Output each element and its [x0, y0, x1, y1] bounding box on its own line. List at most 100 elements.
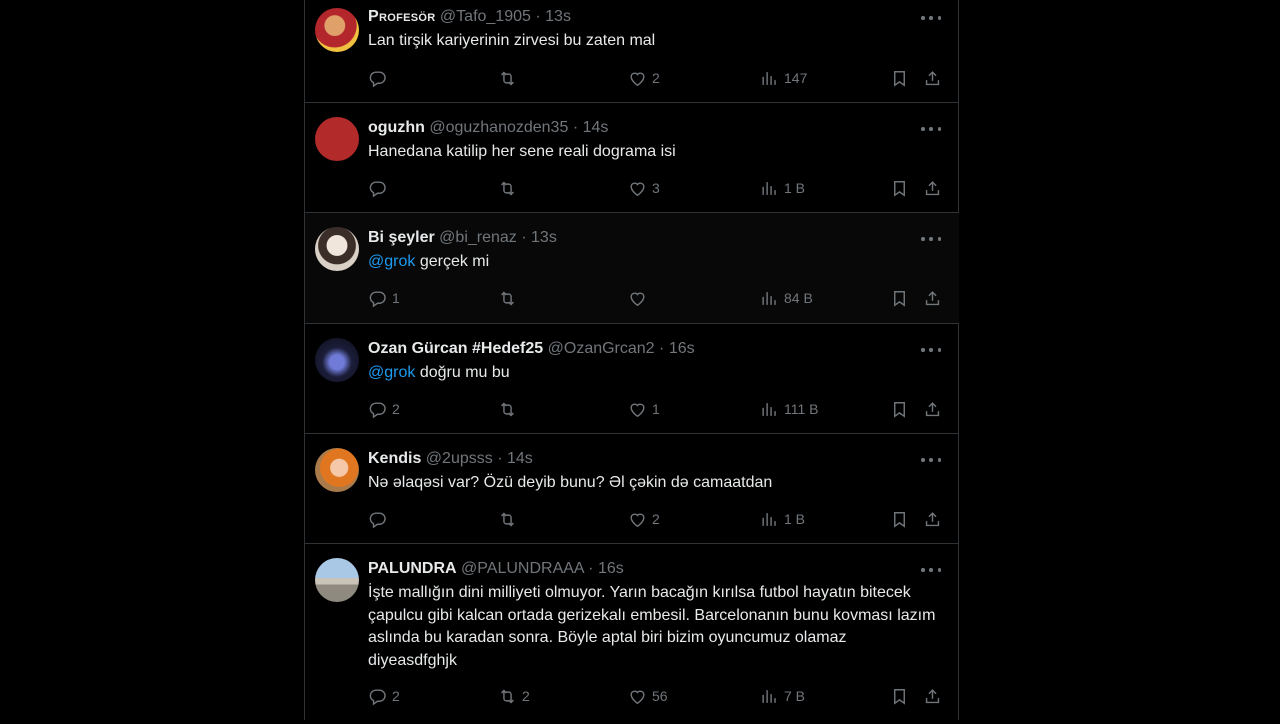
bookmark-button[interactable]: [890, 67, 909, 89]
retweet-button[interactable]: [498, 287, 522, 309]
tweet-card[interactable]: PALUNDRA @PALUNDRAAA · 16s İşte mallığın…: [305, 544, 959, 724]
timestamp[interactable]: 14s: [583, 119, 609, 136]
tweet-card[interactable]: Bi şeyler @bi_renaz · 13s @grok gerçek m…: [305, 213, 959, 324]
more-icon[interactable]: [921, 562, 941, 578]
more-icon[interactable]: [921, 121, 941, 137]
reply-button[interactable]: 1: [368, 287, 400, 309]
like-button[interactable]: 56: [628, 685, 668, 707]
views-button[interactable]: 147: [760, 67, 807, 89]
reply-button[interactable]: [368, 508, 392, 530]
reply-timeline: Profesör @Tafo_1905 · 13s Lan tirşik kar…: [304, 0, 959, 720]
views-icon: [760, 289, 779, 308]
views-button[interactable]: 1 B: [760, 508, 805, 530]
more-icon[interactable]: [921, 342, 941, 358]
reply-icon: [368, 179, 387, 198]
author-name[interactable]: Profesör: [368, 8, 435, 25]
mention-link[interactable]: @grok: [368, 364, 415, 381]
bookmark-icon: [890, 69, 909, 88]
avatar[interactable]: [315, 117, 359, 161]
timestamp[interactable]: 16s: [669, 340, 695, 357]
retweet-icon: [498, 510, 517, 529]
author-handle[interactable]: @Tafo_1905: [440, 8, 531, 25]
retweet-button[interactable]: [498, 67, 522, 89]
more-icon[interactable]: [921, 231, 941, 247]
retweet-button[interactable]: 2: [498, 685, 530, 707]
avatar[interactable]: [315, 227, 359, 271]
tweet-card[interactable]: Ozan Gürcan #Hedef25 @OzanGrcan2 · 16s @…: [305, 324, 959, 434]
share-button[interactable]: [923, 287, 942, 309]
author-name[interactable]: Ozan Gürcan #Hedef25: [368, 340, 543, 357]
author-name[interactable]: PALUNDRA: [368, 560, 457, 577]
tweet-text: @grok gerçek mi: [368, 253, 490, 270]
view-count: 1 B: [784, 180, 806, 196]
reply-button[interactable]: 2: [368, 685, 400, 707]
view-count: 84 B: [784, 290, 813, 306]
timestamp[interactable]: 16s: [598, 560, 624, 577]
author-handle[interactable]: @bi_renaz: [439, 229, 517, 246]
author-name[interactable]: Kendis: [368, 450, 421, 467]
bookmark-button[interactable]: [890, 508, 909, 530]
avatar[interactable]: [315, 8, 359, 52]
bookmark-button[interactable]: [890, 287, 909, 309]
reply-button[interactable]: [368, 177, 392, 199]
author-handle[interactable]: @PALUNDRAAA: [461, 560, 584, 577]
avatar[interactable]: [315, 338, 359, 382]
like-button[interactable]: [628, 287, 652, 309]
reply-count: 2: [392, 401, 400, 417]
tweet-card[interactable]: Kendis @2upsss · 14s Nə əlaqəsi var? Özü…: [305, 434, 959, 544]
like-count: 1: [652, 401, 660, 417]
like-button[interactable]: 1: [628, 398, 660, 420]
retweet-icon: [498, 289, 517, 308]
author-handle[interactable]: @2upsss: [426, 450, 493, 467]
tweet-card[interactable]: Profesör @Tafo_1905 · 13s Lan tirşik kar…: [305, 0, 959, 103]
retweet-button[interactable]: [498, 508, 522, 530]
reply-icon: [368, 687, 387, 706]
separator-dot: ·: [521, 229, 527, 246]
views-button[interactable]: 111 B: [760, 398, 819, 420]
timestamp[interactable]: 14s: [507, 450, 533, 467]
like-button[interactable]: 2: [628, 508, 660, 530]
bookmark-button[interactable]: [890, 177, 909, 199]
share-button[interactable]: [923, 67, 942, 89]
avatar[interactable]: [315, 448, 359, 492]
separator-dot: ·: [572, 119, 579, 136]
action-bar: 2 147: [368, 67, 948, 89]
like-button[interactable]: 2: [628, 67, 660, 89]
reply-button[interactable]: 2: [368, 398, 400, 420]
share-button[interactable]: [923, 508, 942, 530]
more-icon[interactable]: [921, 10, 941, 26]
share-icon: [923, 179, 942, 198]
tweet-card[interactable]: oguzhn @oguzhanozden35 · 14s Hanedana ka…: [305, 103, 959, 213]
share-button[interactable]: [923, 177, 942, 199]
reply-count: 2: [392, 688, 400, 704]
author-handle[interactable]: @oguzhanozden35: [429, 119, 568, 136]
view-count: 111 B: [784, 401, 819, 417]
timestamp[interactable]: 13s: [545, 8, 571, 25]
author-name[interactable]: Bi şeyler: [368, 229, 435, 246]
author-name[interactable]: oguzhn: [368, 119, 425, 136]
reply-button[interactable]: [368, 67, 392, 89]
share-button[interactable]: [923, 685, 942, 707]
like-count: 56: [652, 688, 668, 704]
heart-icon: [628, 289, 647, 308]
bookmark-button[interactable]: [890, 398, 909, 420]
bookmark-icon: [890, 400, 909, 419]
bookmark-button[interactable]: [890, 685, 909, 707]
more-icon[interactable]: [921, 452, 941, 468]
mention-link[interactable]: @grok: [368, 253, 415, 270]
retweet-icon: [498, 687, 517, 706]
views-button[interactable]: 7 B: [760, 685, 805, 707]
like-count: 3: [652, 180, 660, 196]
like-button[interactable]: 3: [628, 177, 660, 199]
share-button[interactable]: [923, 398, 942, 420]
timestamp[interactable]: 13s: [531, 229, 557, 246]
bookmark-icon: [890, 289, 909, 308]
bookmark-icon: [890, 179, 909, 198]
retweet-button[interactable]: [498, 177, 522, 199]
views-button[interactable]: 84 B: [760, 287, 813, 309]
avatar[interactable]: [315, 558, 359, 602]
retweet-count: 2: [522, 688, 530, 704]
retweet-button[interactable]: [498, 398, 522, 420]
views-button[interactable]: 1 B: [760, 177, 805, 199]
author-handle[interactable]: @OzanGrcan2: [548, 340, 655, 357]
